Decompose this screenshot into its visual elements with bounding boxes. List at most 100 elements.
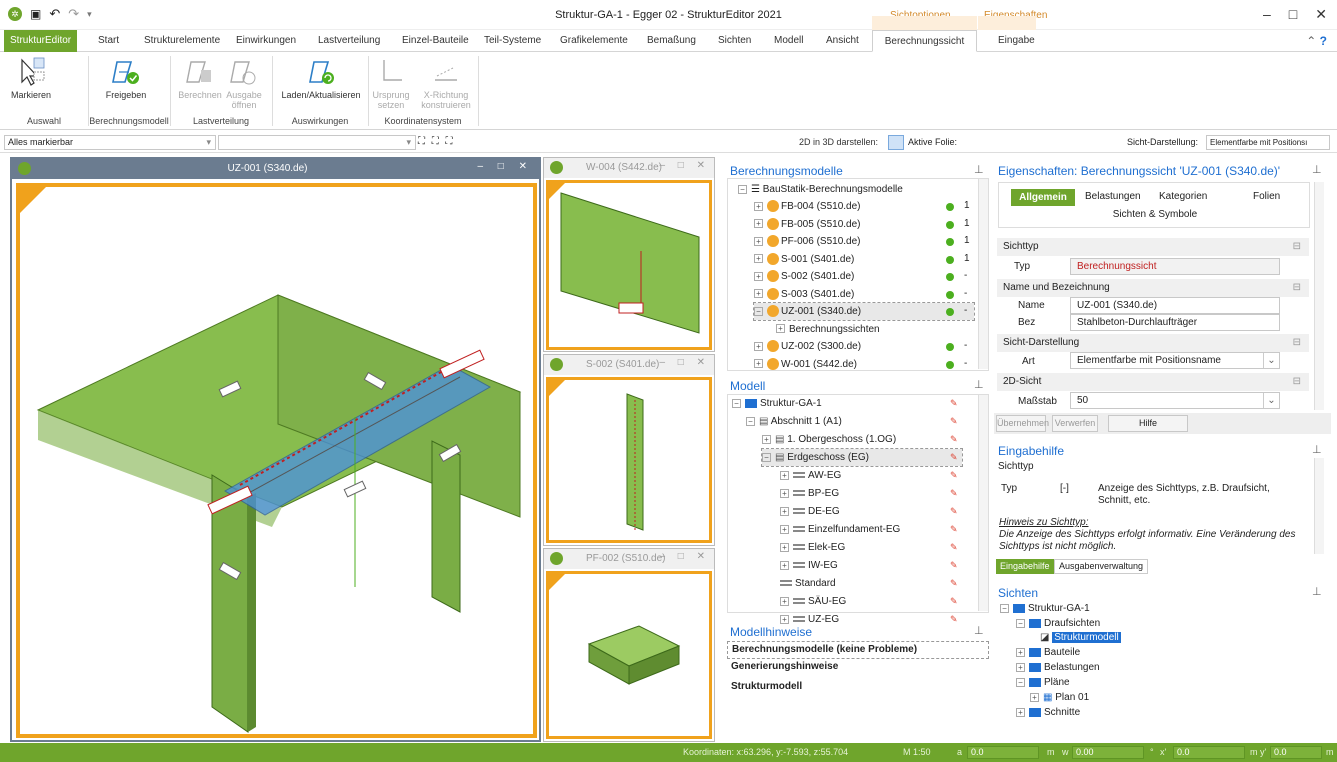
view-w004-canvas[interactable] [546, 180, 712, 350]
tree-item-modell[interactable]: − ▤ Abschnitt 1 (A1) [746, 413, 842, 430]
tab-ansicht[interactable]: Ansicht [820, 30, 865, 52]
tree-item-modell[interactable]: + ▤ 1. Obergeschoss (1.OG) [762, 431, 896, 448]
maximize-button[interactable]: □ [1289, 6, 1297, 23]
tree-item-sicht[interactable]: − Draufsichten [1016, 616, 1100, 631]
massstab-select[interactable]: 50 ⌄ [1070, 392, 1280, 409]
section-2d-sicht[interactable]: 2D-Sicht ⊟ [997, 373, 1309, 391]
view-window-controls[interactable]: – □ ✕ [659, 160, 710, 171]
visibility-pen-icon[interactable]: ✎ [950, 542, 958, 553]
x-input[interactable]: 0.0 [1173, 746, 1245, 759]
scrollbar[interactable] [978, 179, 988, 369]
visibility-pen-icon[interactable]: ✎ [950, 578, 958, 589]
art-select[interactable]: Elementfarbe mit Positionsname ⌄ [1070, 352, 1280, 369]
laden-aktualisieren-button[interactable]: Laden/Aktualisieren [280, 56, 362, 100]
name-field[interactable]: UZ-001 (S340.de) [1070, 297, 1280, 314]
tree-item-berechnungsmodell[interactable]: + FB-005 (S510.de) [754, 216, 974, 233]
tree-item-berechnungsmodell[interactable]: + PF-006 (S510.de) [754, 233, 974, 250]
tab-einzel-bauteile[interactable]: Einzel-Bauteile [396, 30, 475, 52]
scrollbar[interactable] [1314, 458, 1324, 554]
tree-item-sicht[interactable]: − Pläne [1016, 675, 1070, 690]
tree-item-modell[interactable]: + SÄU-EG [780, 593, 846, 610]
tree-item-modell[interactable]: + AW-EG [780, 467, 841, 484]
view-s002-canvas[interactable] [546, 377, 712, 543]
tree-item-sicht[interactable]: + Belastungen [1016, 660, 1100, 675]
main-view-canvas[interactable] [16, 183, 537, 738]
tree-root[interactable]: − ☰ BauStatik-Berechnungsmodelle [738, 181, 903, 198]
visibility-pen-icon[interactable]: ✎ [950, 452, 958, 463]
tree-item-modell[interactable]: + DE-EG [780, 503, 840, 520]
tree-item-sicht[interactable]: + Schnitte [1016, 705, 1080, 720]
tab-eingabehilfe[interactable]: Eingabehilfe [996, 559, 1054, 574]
visibility-pen-icon[interactable]: ✎ [950, 470, 958, 481]
tab-lastverteilung[interactable]: Lastverteilung [312, 30, 386, 52]
visibility-pen-icon[interactable]: ✎ [950, 614, 958, 625]
tree-item-modell[interactable]: Standard [780, 575, 836, 592]
tab-sichten-symbole[interactable]: Sichten & Symbole [999, 209, 1311, 220]
tab-belastungen[interactable]: Belastungen [1085, 191, 1141, 202]
tree-item-modell[interactable]: − Struktur-GA-1 [732, 395, 822, 412]
visibility-pen-icon[interactable]: ✎ [950, 434, 958, 445]
minimize-button[interactable]: – [1263, 6, 1271, 23]
tab-einwirkungen[interactable]: Einwirkungen [230, 30, 302, 52]
layer-combo[interactable]: ▾ [218, 135, 416, 150]
tree-item-berechnungsmodell[interactable]: + FB-004 (S510.de) [754, 198, 974, 215]
view-pf002-canvas[interactable] [546, 571, 712, 739]
tree-item-berechnungsmodell[interactable]: − UZ-001 (S340.de) [753, 302, 975, 321]
tree-item-sicht[interactable]: ◪ Strukturmodell [1040, 630, 1121, 645]
tree-item-modell[interactable]: − ▤ Erdgeschoss (EG) [761, 448, 963, 467]
section-name[interactable]: Name und Bezeichnung ⊟ [997, 279, 1309, 297]
sicht-darstellung-combo[interactable]: Elementfarbe mit Positionsı [1206, 135, 1330, 150]
hinweis-item[interactable]: Berechnungsmodelle (keine Probleme) [727, 641, 989, 659]
x-richtung-button[interactable]: X-Richtung konstruieren [418, 56, 474, 110]
tab-start[interactable]: Start [92, 30, 125, 52]
tree-item-berechnungsmodell[interactable]: + UZ-002 (S300.de) [754, 338, 974, 355]
ursprung-setzen-button[interactable]: Ursprung setzen [372, 56, 410, 110]
main-view-window[interactable]: UZ-001 (S340.de) – □ ✕ [10, 157, 541, 742]
bez-field[interactable]: Stahlbeton-Durchlaufträger [1070, 314, 1280, 331]
selection-filter-combo[interactable]: Alles markierbar ▾ [4, 135, 216, 150]
tab-allgemein[interactable]: Allgemein [1011, 189, 1075, 206]
tab-strukturelemente[interactable]: Strukturelemente [138, 30, 226, 52]
tab-folien[interactable]: Folien [1253, 191, 1280, 202]
tab-modell[interactable]: Modell [768, 30, 809, 52]
visibility-pen-icon[interactable]: ✎ [950, 596, 958, 607]
tree-item-modell[interactable]: + IW-EG [780, 557, 838, 574]
uebernehmen-button[interactable]: Übernehmen [996, 415, 1049, 432]
tree-item-berechnungsmodell[interactable]: + Berechnungssichten [776, 321, 966, 338]
visibility-pen-icon[interactable]: ✎ [950, 560, 958, 571]
view-s002-window[interactable]: S-002 (S401.de) – □ ✕ [543, 354, 715, 546]
tree-item-sicht[interactable]: + Bauteile [1016, 645, 1080, 660]
tab-bemassung[interactable]: Bemaßung [641, 30, 702, 52]
view-window-controls[interactable]: – □ ✕ [659, 357, 710, 368]
pin-icon[interactable]: ⊥ [1312, 443, 1322, 456]
tree-item-sicht[interactable]: + ▦ Plan 01 [1030, 690, 1089, 705]
hinweis-item[interactable]: Strukturmodell [731, 681, 802, 692]
binocular-icons[interactable]: ⛶ ⛶ ⛶ [418, 136, 455, 147]
scrollbar[interactable] [1314, 182, 1324, 410]
view-window-controls[interactable]: – □ ✕ [659, 551, 710, 562]
tree-item-berechnungsmodell[interactable]: + W-001 (S442.de) [754, 356, 974, 373]
hinweis-item[interactable]: Generierungshinweise [731, 661, 838, 672]
y-input[interactable]: 0.0 [1270, 746, 1322, 759]
tab-kategorien[interactable]: Kategorien [1159, 191, 1207, 202]
view-w004-window[interactable]: W-004 (S442.de) – □ ✕ [543, 157, 715, 352]
visibility-pen-icon[interactable]: ✎ [950, 488, 958, 499]
section-sicht-darstellung[interactable]: Sicht-Darstellung ⊟ [997, 334, 1309, 352]
tab-teil-systeme[interactable]: Teil-Systeme [478, 30, 547, 52]
tab-ausgabenverwaltung[interactable]: Ausgabenverwaltung [1054, 559, 1149, 574]
tree-item-modell[interactable]: + Einzelfundament-EG [780, 521, 900, 538]
visibility-pen-icon[interactable]: ✎ [950, 524, 958, 535]
view2d-toggle[interactable] [888, 135, 904, 150]
hilfe-button[interactable]: Hilfe [1108, 415, 1188, 432]
w-input[interactable]: 0.00 [1072, 746, 1144, 759]
visibility-pen-icon[interactable]: ✎ [950, 506, 958, 517]
close-button[interactable]: ✕ [1315, 6, 1327, 23]
tab-berechnungssicht[interactable]: Berechnungssicht [872, 30, 977, 52]
view-window-controls[interactable]: – □ ✕ [477, 161, 533, 172]
pin-icon[interactable]: ⊥ [1312, 163, 1322, 176]
markieren-button[interactable]: Markieren [8, 56, 54, 100]
visibility-pen-icon[interactable]: ✎ [950, 416, 958, 427]
tree-item-sicht[interactable]: − Struktur-GA-1 [1000, 601, 1090, 616]
pin-icon[interactable]: ⊥ [974, 378, 984, 391]
help-icon[interactable]: ? [1320, 34, 1327, 48]
